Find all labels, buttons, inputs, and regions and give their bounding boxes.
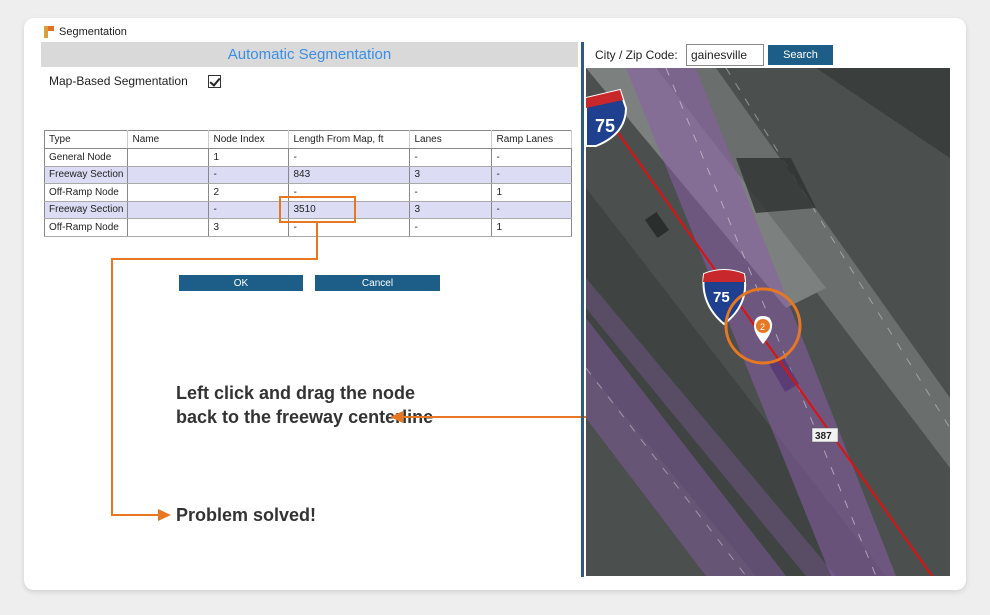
cell-ramp-lanes[interactable]: 1 — [491, 183, 573, 202]
arrow-right-icon — [158, 509, 171, 521]
cell-lanes[interactable]: 3 — [409, 166, 493, 184]
cell-ramp-lanes[interactable]: - — [491, 148, 573, 167]
callout-connector — [111, 258, 113, 516]
cell-type[interactable]: General Node — [44, 148, 129, 167]
col-header-node-index[interactable]: Node Index — [208, 130, 290, 149]
col-header-lanes[interactable]: Lanes — [409, 130, 493, 149]
app-logo-icon — [44, 26, 54, 38]
cell-name[interactable] — [127, 166, 210, 184]
cell-type[interactable]: Off-Ramp Node — [44, 218, 129, 237]
cancel-button[interactable]: Cancel — [315, 275, 440, 291]
shield-number-top: 75 — [595, 116, 615, 136]
table-row[interactable]: Freeway Section - 843 3 - — [44, 166, 573, 184]
cell-node-index[interactable]: 2 — [208, 183, 290, 202]
map-imagery[interactable]: 75 75 387 2 — [586, 68, 950, 576]
arrow-left-icon — [390, 411, 403, 423]
cell-lanes[interactable]: - — [409, 148, 493, 167]
shield-number-center: 75 — [713, 289, 730, 306]
callout-connector — [316, 223, 318, 260]
cell-node-index[interactable]: 3 — [208, 218, 290, 237]
panel-header: Automatic Segmentation — [41, 42, 578, 67]
cell-name[interactable] — [127, 148, 210, 167]
node-marker-number: 2 — [760, 322, 765, 332]
cell-node-index[interactable]: 1 — [208, 148, 290, 167]
map-based-checkbox[interactable] — [207, 74, 221, 88]
route-label: 387 — [811, 427, 839, 443]
cell-lanes[interactable]: - — [409, 183, 493, 202]
satellite-map[interactable]: 75 75 387 2 — [586, 68, 950, 576]
cell-name[interactable] — [127, 218, 210, 237]
cell-type[interactable]: Freeway Section — [44, 166, 129, 184]
cell-type[interactable]: Freeway Section — [44, 201, 129, 219]
route-number: 387 — [815, 431, 832, 442]
cell-node-index[interactable]: - — [208, 166, 290, 184]
cell-ramp-lanes[interactable]: - — [491, 166, 573, 184]
ok-button[interactable]: OK — [179, 275, 303, 291]
length-callout-highlight — [279, 196, 356, 223]
cell-name[interactable] — [127, 201, 210, 219]
map-based-label: Map-Based Segmentation — [49, 74, 188, 88]
col-header-name[interactable]: Name — [127, 130, 210, 149]
callout-connector — [111, 514, 161, 516]
cell-node-index[interactable]: - — [208, 201, 290, 219]
search-button[interactable]: Search — [768, 45, 833, 65]
cell-ramp-lanes[interactable]: - — [491, 201, 573, 219]
cell-lanes[interactable]: - — [409, 218, 493, 237]
col-header-ramp-lanes[interactable]: Ramp Lanes — [491, 130, 573, 149]
city-zip-input[interactable] — [686, 44, 764, 66]
col-header-type[interactable]: Type — [44, 130, 129, 149]
cell-length[interactable]: - — [288, 148, 411, 167]
panel-divider[interactable] — [581, 42, 584, 577]
table-row[interactable]: General Node 1 - - - — [44, 148, 573, 167]
table-header-row: Type Name Node Index Length From Map, ft… — [44, 130, 573, 149]
window-title-bar: Segmentation — [44, 24, 127, 40]
problem-solved-note: Problem solved! — [176, 505, 317, 525]
cell-lanes[interactable]: 3 — [409, 201, 493, 219]
window-title: Segmentation — [59, 26, 127, 38]
cell-name[interactable] — [127, 183, 210, 202]
map-based-row: Map-Based Segmentation — [49, 74, 221, 88]
cell-length[interactable]: 843 — [288, 166, 411, 184]
callout-connector — [111, 258, 318, 260]
col-header-length[interactable]: Length From Map, ft — [288, 130, 411, 149]
cell-type[interactable]: Off-Ramp Node — [44, 183, 129, 202]
city-zip-label: City / Zip Code: — [595, 48, 678, 62]
cell-ramp-lanes[interactable]: 1 — [491, 218, 573, 237]
